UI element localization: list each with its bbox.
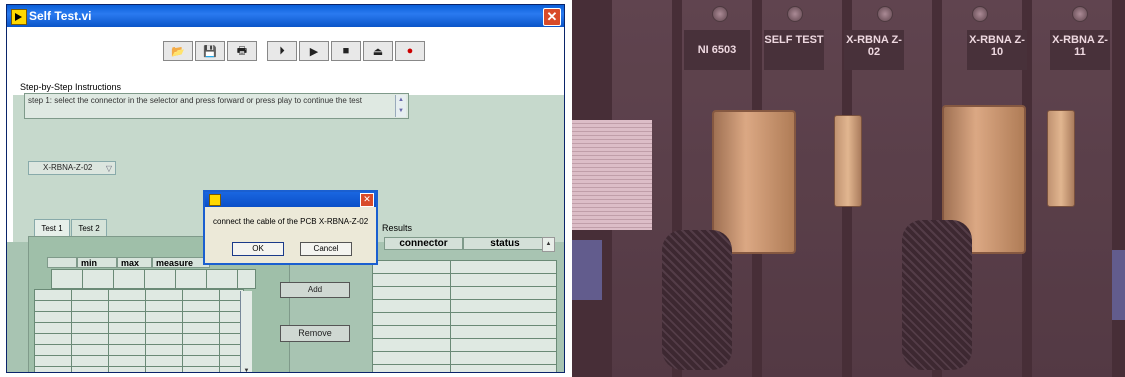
results-scroll-up-icon[interactable]: ▲ (542, 237, 555, 252)
dialog-ok-button[interactable]: OK (232, 242, 284, 256)
color-cast-overlay (572, 0, 1125, 377)
save-icon[interactable]: 💾 (195, 41, 225, 61)
stop-icon[interactable]: ■ (331, 41, 361, 61)
scroll-down-icon[interactable]: ▼ (241, 366, 252, 372)
record-icon[interactable]: ● (395, 41, 425, 61)
hardware-photo: NI 6503 SELF TEST X-RBNA Z-02 X-RBNA Z-1… (572, 0, 1125, 377)
window-title: Self Test.vi (29, 9, 92, 23)
labview-dialog-icon (209, 194, 221, 206)
dialog-title-bar[interactable]: ✕ (205, 192, 376, 207)
eject-icon[interactable]: ⏏ (363, 41, 393, 61)
chevron-down-icon: ▽ (105, 164, 112, 173)
results-table[interactable] (372, 260, 557, 372)
title-bar[interactable]: Self Test.vi ✕ (7, 5, 564, 27)
connect-cable-dialog: ✕ connect the cable of the PCB X-RBNA-Z-… (203, 190, 378, 265)
play-icon[interactable]: ▶ (299, 41, 329, 61)
toolbar: 📂 💾 🖶 ⏵ ▶ ■ ⏏ ● (163, 41, 425, 63)
instructions-scrollbar[interactable]: ▲ ▼ (395, 95, 406, 117)
measure-header-empty (47, 257, 77, 268)
step-forward-icon[interactable]: ⏵ (267, 41, 297, 61)
measure-table-top (51, 269, 256, 289)
measure-header-max: max (117, 257, 152, 268)
results-header-status: status (463, 237, 547, 250)
dialog-cancel-button[interactable]: Cancel (300, 242, 352, 256)
connector-selector-value: X-RBNA-Z-02 (43, 163, 93, 172)
dialog-close-button[interactable]: ✕ (360, 193, 374, 207)
print-icon[interactable]: 🖶 (227, 41, 257, 61)
measure-header-measure: measure (152, 257, 210, 268)
remove-button[interactable]: Remove (280, 325, 350, 342)
tab-test-2[interactable]: Test 2 (71, 219, 107, 237)
results-header-connector: connector (384, 237, 463, 250)
close-button[interactable]: ✕ (543, 8, 561, 26)
labview-app-icon (11, 9, 27, 25)
dialog-message: connect the cable of the PCB X-RBNA-Z-02 (213, 217, 369, 226)
tab-test-1[interactable]: Test 1 (34, 219, 70, 237)
add-button[interactable]: Add (280, 282, 350, 298)
open-folder-icon[interactable]: 📂 (163, 41, 193, 61)
connector-selector[interactable]: X-RBNA-Z-02 ▽ (28, 161, 116, 175)
instructions-textbox: step 1: select the connector in the sele… (24, 93, 409, 119)
measure-header-min: min (77, 257, 117, 268)
instructions-label: Step-by-Step Instructions (20, 82, 122, 92)
results-label: Results (382, 223, 413, 233)
front-panel: 📂 💾 🖶 ⏵ ▶ ■ ⏏ ● Step-by-Step Instruction… (7, 27, 564, 372)
measure-table[interactable] (34, 289, 244, 372)
self-test-window: Self Test.vi ✕ 📂 💾 🖶 ⏵ ▶ ■ ⏏ ● Step-by-S… (6, 4, 565, 373)
instructions-text: step 1: select the connector in the sele… (28, 96, 362, 105)
measure-table-scrollbar[interactable]: ▼ (240, 291, 252, 372)
